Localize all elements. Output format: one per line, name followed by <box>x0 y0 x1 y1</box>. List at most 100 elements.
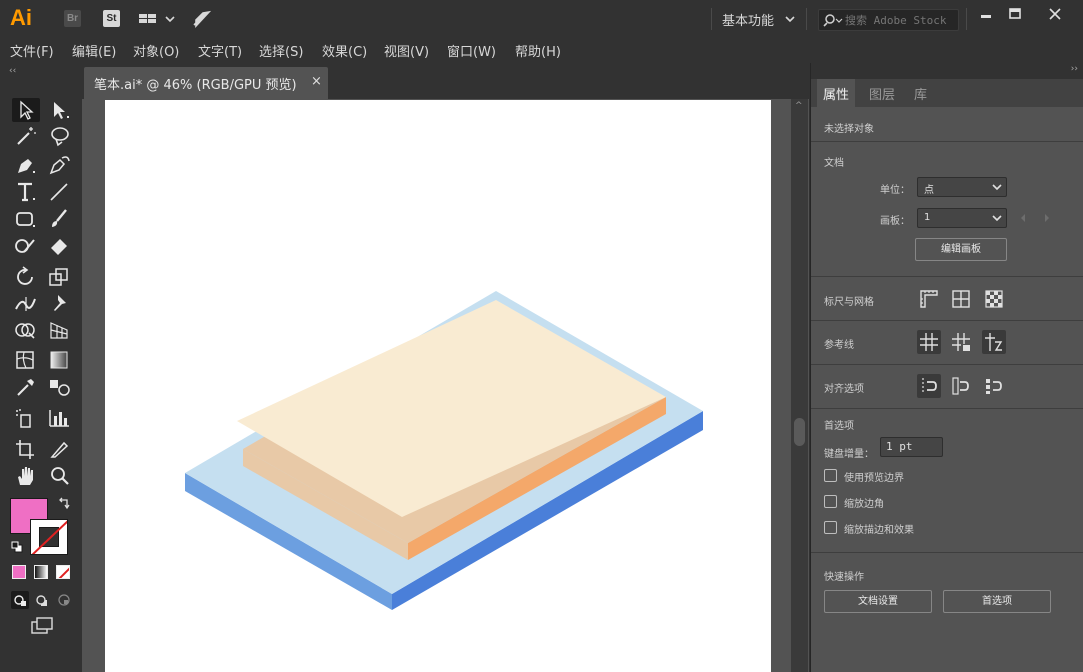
align-options-label: 对齐选项 <box>824 384 864 395</box>
keyboard-increment-input[interactable]: 1 pt <box>880 437 943 457</box>
chevron-down-icon[interactable] <box>784 13 796 25</box>
align-to-key-object-icon[interactable] <box>949 374 973 398</box>
draw-behind-icon[interactable] <box>33 591 51 609</box>
selection-tool-icon[interactable] <box>12 98 40 122</box>
stock-search-box[interactable] <box>818 9 959 31</box>
artboard-canvas[interactable] <box>105 100 771 672</box>
menu-type[interactable]: 文字(T) <box>198 41 242 60</box>
column-graph-tool-icon[interactable] <box>46 406 74 430</box>
none-mode-button[interactable] <box>56 565 70 579</box>
pen-tool-icon[interactable] <box>12 153 40 177</box>
direct-selection-tool-icon[interactable] <box>46 98 74 122</box>
shaper-tool-icon[interactable] <box>12 234 40 258</box>
lock-guides-icon[interactable] <box>949 330 973 354</box>
type-tool-icon[interactable] <box>12 180 40 204</box>
align-to-selection-icon[interactable] <box>917 374 941 398</box>
menu-edit[interactable]: 编辑(E) <box>72 41 116 60</box>
smart-guides-icon[interactable] <box>982 330 1006 354</box>
use-preview-bounds-checkbox[interactable] <box>824 469 837 482</box>
curvature-tool-icon[interactable] <box>46 153 74 177</box>
scrollbar-thumb[interactable] <box>794 418 805 446</box>
menu-bar: 文件(F) 编辑(E) 对象(O) 文字(T) 选择(S) 效果(C) 视图(V… <box>0 37 1083 63</box>
width-tool-icon[interactable] <box>12 291 40 315</box>
menu-object[interactable]: 对象(O) <box>133 41 179 60</box>
scale-corners-label: 缩放边角 <box>844 499 884 510</box>
menu-window[interactable]: 窗口(W) <box>447 41 496 60</box>
scale-strokes-effects-checkbox[interactable] <box>824 521 837 534</box>
menu-view[interactable]: 视图(V) <box>384 41 429 60</box>
hand-tool-icon[interactable] <box>12 464 40 488</box>
draw-inside-icon[interactable] <box>55 591 73 609</box>
screen-mode-icon[interactable] <box>29 616 55 638</box>
artboard-select[interactable]: 1 <box>917 208 1007 228</box>
expand-panel-icon[interactable]: ›› <box>1071 64 1078 74</box>
rotate-tool-icon[interactable] <box>12 265 40 289</box>
gradient-tool-icon[interactable] <box>46 348 74 372</box>
document-setup-button[interactable]: 文档设置 <box>824 590 932 613</box>
tab-properties[interactable]: 属性 <box>817 79 856 107</box>
stock-button[interactable]: St <box>103 10 120 27</box>
color-mode-button[interactable] <box>12 565 26 579</box>
show-guides-icon[interactable] <box>917 330 941 354</box>
units-select[interactable]: 点 <box>917 177 1007 197</box>
artboard-tool-icon[interactable] <box>12 437 40 461</box>
scale-tool-icon[interactable] <box>46 265 74 289</box>
minimize-icon[interactable] <box>971 4 1001 26</box>
arrange-documents-icon[interactable] <box>138 11 176 27</box>
ruler-icon[interactable] <box>917 287 941 311</box>
slice-tool-icon[interactable] <box>46 437 74 461</box>
bridge-button[interactable]: Br <box>64 10 81 27</box>
blend-tool-icon[interactable] <box>46 375 74 399</box>
search-input[interactable] <box>845 11 957 29</box>
lasso-tool-icon[interactable] <box>46 124 74 148</box>
collapse-toolbar-icon[interactable]: ‹‹ <box>9 66 16 76</box>
scroll-up-icon[interactable]: ^ <box>795 101 803 111</box>
tab-layers[interactable]: 图层 <box>863 79 901 107</box>
symbol-sprayer-tool-icon[interactable] <box>12 406 40 430</box>
next-artboard-icon[interactable] <box>1042 213 1052 223</box>
perspective-grid-tool-icon[interactable] <box>46 318 74 342</box>
swap-colors-icon[interactable] <box>57 497 71 511</box>
rulers-grids-label: 标尺与网格 <box>824 297 874 308</box>
shape-builder-tool-icon[interactable] <box>12 318 40 342</box>
preferences-section-title: 首选项 <box>824 421 854 432</box>
divider <box>966 8 967 30</box>
default-colors-icon[interactable] <box>11 541 23 553</box>
use-preview-bounds-label: 使用预览边界 <box>844 473 904 484</box>
gradient-mode-button[interactable] <box>34 565 48 579</box>
tab-libraries[interactable]: 库 <box>908 79 933 107</box>
puppet-warp-tool-icon[interactable] <box>46 291 74 315</box>
eraser-tool-icon[interactable] <box>46 234 74 258</box>
align-to-artboard-icon[interactable] <box>982 374 1006 398</box>
close-icon[interactable] <box>1040 4 1070 26</box>
document-tab-strip: 笔本.ai* @ 46% (RGB/GPU 预览) × <box>82 63 809 99</box>
artwork <box>185 291 703 610</box>
menu-file[interactable]: 文件(F) <box>10 41 54 60</box>
draw-normal-icon[interactable] <box>11 591 29 609</box>
magic-wand-tool-icon[interactable] <box>12 124 40 148</box>
grid-icon[interactable] <box>949 287 973 311</box>
menu-effect[interactable]: 效果(C) <box>322 41 367 60</box>
previous-artboard-icon[interactable] <box>1018 213 1028 223</box>
scale-corners-checkbox[interactable] <box>824 495 837 508</box>
preferences-button[interactable]: 首选项 <box>943 590 1051 613</box>
vertical-scrollbar[interactable]: ^ <box>791 99 808 672</box>
mesh-tool-icon[interactable] <box>12 348 40 372</box>
zoom-tool-icon[interactable] <box>46 464 74 488</box>
rectangle-tool-icon[interactable] <box>12 207 40 231</box>
edit-artboards-button[interactable]: 编辑画板 <box>915 238 1007 261</box>
transparency-grid-icon[interactable] <box>982 287 1006 311</box>
paintbrush-tool-icon[interactable] <box>46 207 74 231</box>
gpu-performance-icon[interactable] <box>191 9 211 29</box>
maximize-icon[interactable] <box>1000 4 1030 26</box>
units-value: 点 <box>924 185 934 196</box>
document-tab[interactable]: 笔本.ai* @ 46% (RGB/GPU 预览) × <box>84 67 328 99</box>
menu-select[interactable]: 选择(S) <box>259 41 303 60</box>
stroke-color-swatch[interactable] <box>30 519 68 555</box>
workspace-switcher[interactable]: 基本功能 <box>722 10 774 29</box>
eyedropper-tool-icon[interactable] <box>12 375 40 399</box>
menu-help[interactable]: 帮助(H) <box>515 41 561 60</box>
close-tab-icon[interactable]: × <box>311 74 322 89</box>
line-segment-tool-icon[interactable] <box>46 180 74 204</box>
artboard-value: 1 <box>924 212 931 223</box>
